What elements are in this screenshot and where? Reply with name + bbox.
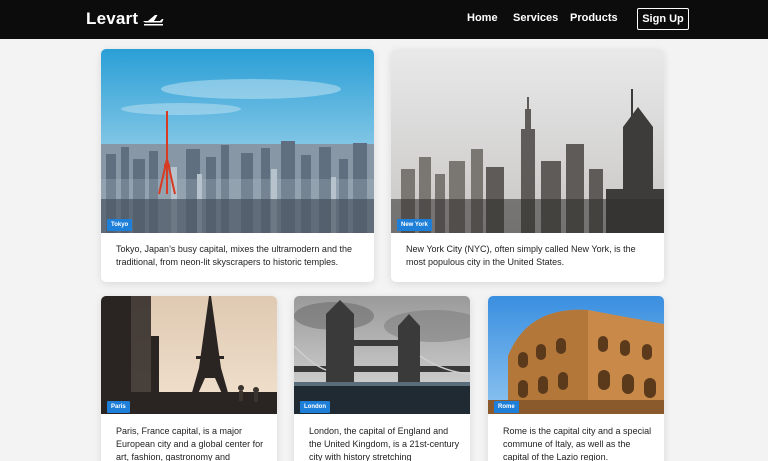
- card-description: Tokyo, Japan’s busy capital, mixes the u…: [116, 244, 352, 267]
- top-navbar: Levart Home Services Products Sign Up: [0, 0, 768, 39]
- nav-home-link[interactable]: Home: [467, 12, 498, 24]
- sign-up-button[interactable]: Sign Up: [637, 8, 689, 30]
- city-tag: London: [300, 401, 330, 413]
- card-description: Paris, France capital, is a major Europe…: [116, 426, 264, 461]
- city-tag: Rome: [494, 401, 519, 413]
- city-tag: New York: [397, 219, 432, 231]
- nav-services-link[interactable]: Services: [513, 12, 558, 24]
- paris-photo: [101, 296, 277, 414]
- destination-card-paris[interactable]: Paris Paris, France capital, is a major …: [101, 296, 277, 461]
- city-tag: Paris: [107, 401, 130, 413]
- city-tag: Tokyo: [107, 219, 133, 231]
- destination-card-tokyo[interactable]: Tokyo Tokyo, Japan’s busy capital, mixes…: [101, 49, 374, 282]
- card-description: New York City (NYC), often simply called…: [406, 244, 636, 267]
- rome-photo: [488, 296, 664, 414]
- nav-products-link[interactable]: Products: [570, 12, 618, 24]
- brand-name: Levart: [86, 9, 139, 28]
- destination-card-london[interactable]: London London, the capital of England an…: [294, 296, 470, 461]
- destination-card-new-york[interactable]: New York New York City (NYC), often simp…: [391, 49, 664, 282]
- destination-card-rome[interactable]: Rome Rome is the capital city and a spec…: [488, 296, 664, 461]
- card-description: Rome is the capital city and a special c…: [503, 426, 652, 461]
- airplane-icon: [143, 15, 164, 26]
- card-description: London, the capital of England and the U…: [309, 426, 460, 461]
- london-photo: [294, 296, 470, 414]
- brand-logo[interactable]: Levart: [86, 9, 164, 29]
- tokyo-photo: [101, 49, 374, 233]
- new-york-photo: [391, 49, 664, 233]
